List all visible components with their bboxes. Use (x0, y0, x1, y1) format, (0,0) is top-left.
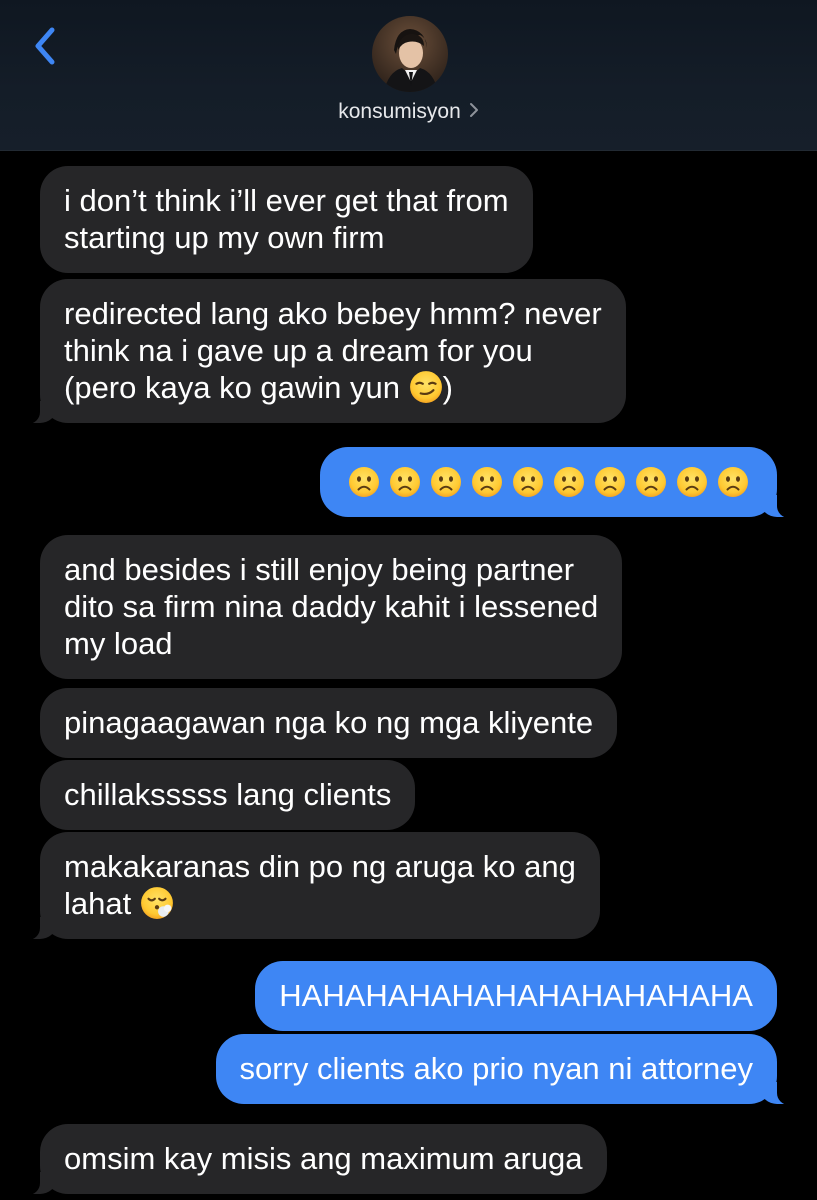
message-bubble-incoming[interactable]: omsim kay misis ang maximum aruga (22, 1124, 607, 1195)
message-bubble-outgoing[interactable] (320, 447, 795, 518)
back-button[interactable] (26, 24, 66, 68)
frowning-face-icon (348, 466, 380, 498)
face-exhaling-icon (140, 887, 173, 919)
message-text-line: think na i gave up a dream for you (64, 333, 533, 368)
contact-avatar-image (372, 16, 448, 92)
message-bubble-incoming[interactable]: i don’t think i’ll ever get that from st… (40, 166, 533, 273)
chevron-left-icon (35, 27, 55, 65)
message-text: pinagaagawan nga ko ng mga kliyente (64, 705, 594, 740)
message-bubble-incoming[interactable]: chillaksssss lang clients (40, 760, 416, 830)
emoji-row (348, 463, 749, 500)
message-text-fragment: lahat (64, 886, 132, 921)
frowning-face-icon (676, 466, 708, 498)
smirking-face-icon (409, 371, 442, 403)
message-bubble-outgoing[interactable]: HAHAHAHAHAHAHAHAHAHAHA (255, 961, 777, 1031)
message-text-line: i don’t think i’ll ever get that from (64, 183, 509, 218)
frowning-face-icon (430, 466, 462, 498)
message-bubble-incoming[interactable]: pinagaagawan nga ko ng mga kliyente (40, 688, 618, 758)
message-text-line: lahat (64, 885, 576, 922)
message-text: omsim kay misis ang maximum aruga (64, 1141, 583, 1176)
conversation-header: konsumisyon (0, 0, 817, 151)
frowning-face-icon (635, 466, 667, 498)
message-text-fragment: ) (442, 370, 453, 405)
contact-name: konsumisyon (338, 100, 461, 123)
message-text-line: (pero kaya ko gawin yun ) (64, 369, 602, 406)
frowning-face-icon (717, 466, 749, 498)
chevron-right-icon (469, 101, 479, 124)
message-bubble-incoming[interactable]: makakaranas din po ng aruga ko ang lahat (22, 832, 600, 940)
message-text-line: and besides i still enjoy being partner (64, 552, 575, 587)
message-text-line: makakaranas din po ng aruga ko ang (64, 849, 576, 884)
message-text-line: starting up my own firm (64, 220, 385, 255)
message-text-fragment: (pero kaya ko gawin yun (64, 370, 401, 405)
frowning-face-icon (512, 466, 544, 498)
message-bubble-incoming[interactable]: redirected lang ako bebey hmm? never thi… (22, 279, 626, 424)
frowning-face-icon (389, 466, 421, 498)
avatar[interactable] (372, 16, 448, 92)
message-text-line: my load (64, 626, 173, 661)
message-text-line: redirected lang ako bebey hmm? never (64, 296, 602, 331)
message-bubble-outgoing[interactable]: sorry clients ako prio nyan ni attorney (215, 1034, 796, 1105)
message-text: sorry clients ako prio nyan ni attorney (239, 1051, 753, 1086)
message-text: HAHAHAHAHAHAHAHAHAHAHA (279, 978, 753, 1013)
frowning-face-icon (553, 466, 585, 498)
message-text-line: dito sa firm nina daddy kahit i lessened (64, 589, 599, 624)
frowning-face-icon (471, 466, 503, 498)
frowning-face-icon (594, 466, 626, 498)
contact-name-button[interactable]: konsumisyon (0, 100, 817, 124)
message-bubble-incoming[interactable]: and besides i still enjoy being partner … (40, 535, 623, 679)
message-text: chillaksssss lang clients (64, 777, 392, 812)
